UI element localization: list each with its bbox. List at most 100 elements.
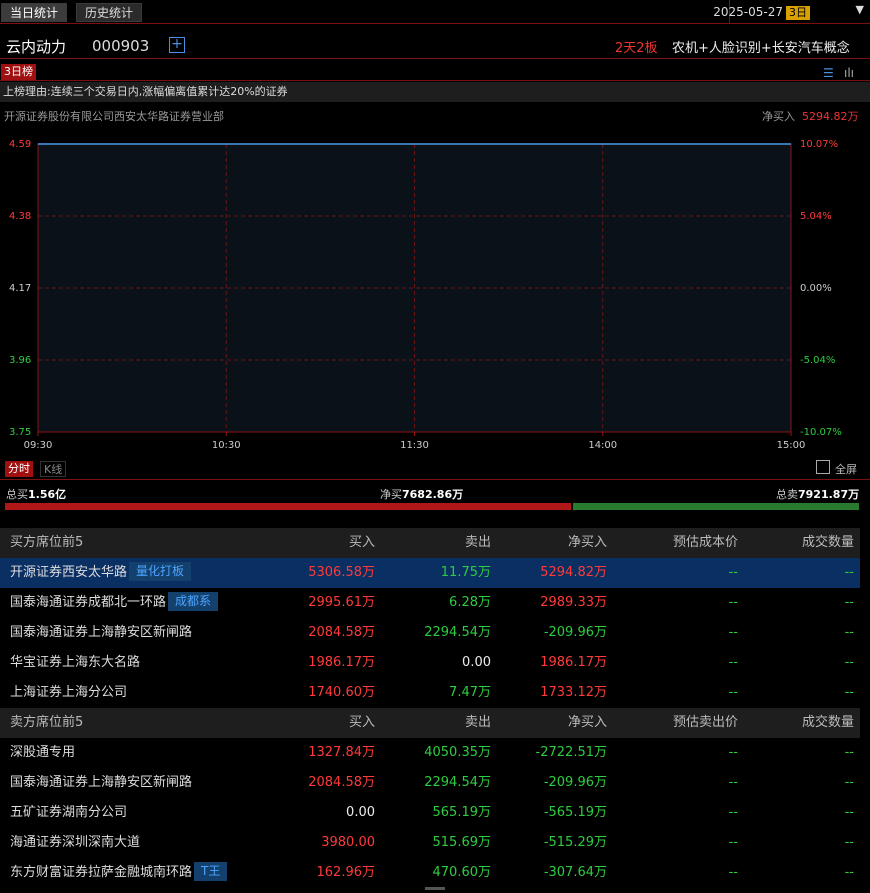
seat-name[interactable]: 上海证券上海分公司 [10, 678, 127, 708]
seat-name[interactable]: 华宝证券上海东大名路 [10, 648, 140, 678]
cell-volume: -- [844, 835, 854, 850]
cell-sell: 470.60万 [432, 865, 492, 880]
sell-table-row[interactable]: 海通证券深圳深南大道 3980.00 515.69万 -515.29万 -- -- [0, 828, 860, 858]
sell-ratio-bar [573, 503, 859, 510]
fullscreen-button[interactable]: 全屏 [835, 461, 857, 477]
buy-table-row[interactable]: 上海证券上海分公司 1740.60万 7.47万 1733.12万 -- -- [0, 678, 860, 708]
total-buy-value: 1.56亿 [28, 488, 67, 501]
featured-net-label: 净买入 [762, 110, 795, 123]
chevron-down-icon[interactable]: ▼ [856, 3, 864, 16]
y-tick-label-left: 4.38 [9, 211, 31, 222]
cell-net: 1986.17万 [540, 655, 607, 670]
cell-sell: 11.75万 [440, 565, 491, 580]
seat-name[interactable]: 国泰海通证券上海静安区新闸路 [10, 618, 192, 648]
scroll-indicator[interactable] [425, 887, 445, 890]
header-cost[interactable]: 预估卖出价 [673, 708, 738, 738]
header-volume[interactable]: 成交数量 [802, 528, 854, 558]
header-seat: 卖方席位前5 [10, 715, 84, 730]
seat-name[interactable]: 东方财富证券拉萨金融城南环路 T王 [10, 858, 228, 888]
header-seat: 买方席位前5 [10, 535, 84, 550]
cell-buy: 2084.58万 [308, 625, 375, 640]
cell-net: -307.64万 [543, 865, 607, 880]
buy-table-row[interactable]: 国泰海通证券成都北一环路 成都系 2995.61万 6.28万 2989.33万 -- -- [0, 588, 860, 618]
sell-table-row[interactable]: 五矿证券湖南分公司 0.00 565.19万 -565.19万 -- -- [0, 798, 860, 828]
date-selector[interactable]: 2025-05-27 3日 [713, 4, 810, 20]
buy-table-row[interactable]: 国泰海通证券上海静安区新闸路 2084.58万 2294.54万 -209.96万 --… [0, 618, 860, 648]
header-sell[interactable]: 卖出 [465, 708, 491, 738]
seat-name[interactable]: 国泰海通证券上海静安区新闸路 [10, 768, 192, 798]
buy-table-row[interactable]: 华宝证券上海东大名路 1986.17万 0.00 1986.17万 -- -- [0, 648, 860, 678]
bar-chart-icon[interactable]: ılı [844, 66, 854, 80]
seat-name[interactable]: 五矿证券湖南分公司 [10, 798, 127, 828]
cell-net: -515.29万 [543, 835, 607, 850]
cell-net: 2989.33万 [540, 595, 607, 610]
total-sell: 总卖7921.87万 [776, 486, 859, 502]
y-tick-label-left: 4.59 [9, 139, 31, 150]
period-badge[interactable]: 3日 [786, 6, 810, 20]
rank-tag[interactable]: 3日榜 [1, 64, 36, 80]
cell-cost: -- [728, 565, 738, 580]
cell-cost: -- [728, 745, 738, 760]
cell-net: 5294.82万 [540, 565, 607, 580]
seat-name[interactable]: 开源证券西安太华路 量化打板 [10, 558, 192, 588]
header-net[interactable]: 净买入 [568, 708, 607, 738]
total-net-value: 7682.86万 [402, 488, 464, 501]
header-volume[interactable]: 成交数量 [802, 708, 854, 738]
header-net[interactable]: 净买入 [568, 528, 607, 558]
cell-sell: 4050.35万 [424, 745, 491, 760]
cell-buy: 2995.61万 [308, 595, 375, 610]
y-tick-label-left: 4.17 [9, 283, 31, 294]
buy-table-header: 买方席位前5 买入 卖出 净买入 预估成本价 成交数量 [0, 528, 860, 558]
cell-buy: 2084.58万 [308, 775, 375, 790]
seat-tag[interactable]: 量化打板 [129, 562, 192, 581]
cell-sell: 0.00 [462, 655, 491, 670]
sell-table-row[interactable]: 深股通专用 1327.84万 4050.35万 -2722.51万 -- -- [0, 738, 860, 768]
cell-net: 1733.12万 [540, 685, 607, 700]
limit-up-badge: 2天2板 [615, 41, 658, 56]
x-tick-label: 14:00 [588, 440, 617, 451]
cell-sell: 2294.54万 [424, 625, 491, 640]
header-cost[interactable]: 预估成本价 [673, 528, 738, 558]
x-tick-label: 10:30 [212, 440, 241, 451]
divider [0, 479, 870, 480]
seat-tag[interactable]: 成都系 [168, 592, 219, 611]
cell-volume: -- [844, 805, 854, 820]
fullscreen-icon[interactable] [816, 460, 830, 474]
cell-net: -209.96万 [543, 625, 607, 640]
tab-today-stats[interactable]: 当日统计 [1, 3, 68, 22]
y-tick-label-right: -5.04% [800, 355, 835, 366]
cell-sell: 7.47万 [449, 685, 491, 700]
total-buy-label: 总买 [6, 488, 28, 501]
cell-cost: -- [728, 775, 738, 790]
header-sell[interactable]: 卖出 [465, 528, 491, 558]
cell-cost: -- [728, 865, 738, 880]
seat-name[interactable]: 深股通专用 [10, 738, 75, 768]
tab-kline[interactable]: K线 [40, 461, 67, 477]
tab-intraday[interactable]: 分时 [5, 461, 33, 477]
seat-tag[interactable]: T王 [194, 862, 228, 881]
sell-table-row[interactable]: 国泰海通证券上海静安区新闸路 2084.58万 2294.54万 -209.96万 --… [0, 768, 860, 798]
buy-table-row[interactable]: 开源证券西安太华路 量化打板 5306.58万 11.75万 5294.82万 -- -- [0, 558, 860, 588]
cell-volume: -- [844, 865, 854, 880]
add-watchlist-icon[interactable]: + [169, 37, 185, 53]
seat-name[interactable]: 海通证券深圳深南大道 [10, 828, 140, 858]
x-tick-label: 11:30 [400, 440, 429, 451]
header-buy[interactable]: 买入 [349, 708, 375, 738]
list-view-icon[interactable]: ☰ [823, 66, 834, 80]
tab-history-stats[interactable]: 历史统计 [76, 3, 143, 22]
cell-sell: 2294.54万 [424, 775, 491, 790]
total-net-label: 净买 [380, 488, 402, 501]
x-tick-label: 09:30 [24, 440, 53, 451]
y-tick-label-right: 10.07% [800, 139, 838, 150]
cell-volume: -- [844, 565, 854, 580]
cell-volume: -- [844, 655, 854, 670]
intraday-chart[interactable]: 4.59 10.07% 4.38 5.04% 4.17 0.00% 3.96 -5.04% 3.… [0, 136, 870, 456]
header-buy[interactable]: 买入 [349, 528, 375, 558]
total-sell-value: 7921.87万 [798, 488, 860, 501]
y-tick-label-right: -10.07% [800, 427, 842, 438]
cell-cost: -- [728, 595, 738, 610]
seat-name[interactable]: 国泰海通证券成都北一环路 成都系 [10, 588, 219, 618]
cell-buy: 3980.00 [321, 835, 375, 850]
sell-table-row[interactable]: 东方财富证券拉萨金融城南环路 T王 162.96万 470.60万 -307.64万 --… [0, 858, 860, 888]
cell-cost: -- [728, 655, 738, 670]
